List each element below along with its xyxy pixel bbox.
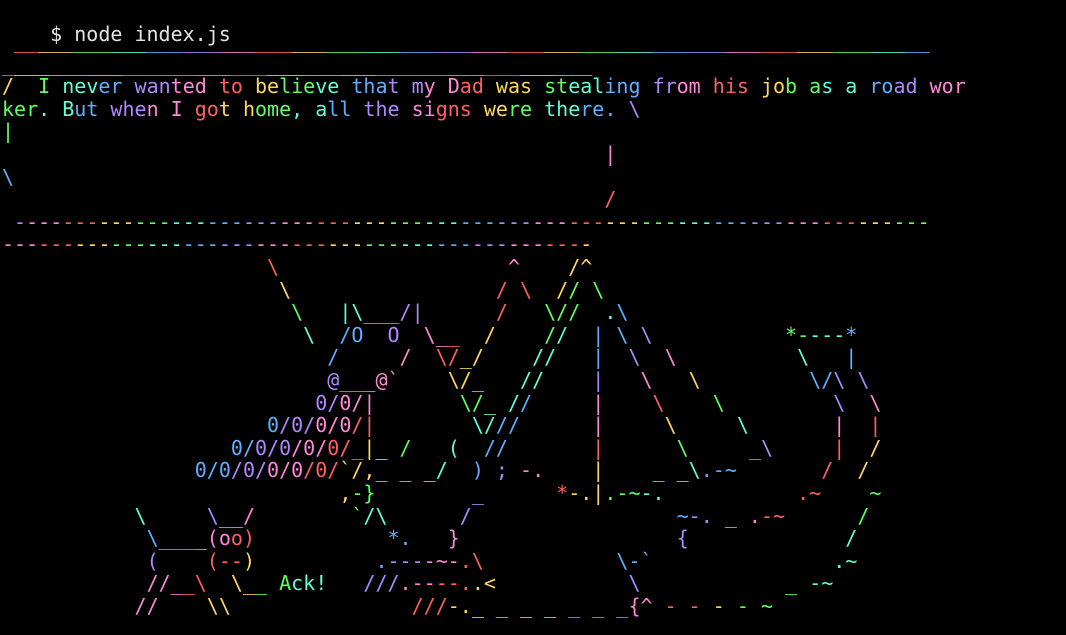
terminal-prompt: $ node index.js bbox=[2, 1, 231, 45]
output-line: ________________________________________… bbox=[14, 29, 930, 53]
output-line: 0/0/0/0/| \/// | \ \ | | bbox=[267, 413, 882, 438]
output-line: ----------------------------------------… bbox=[2, 232, 593, 257]
output-line: \____(oo) *. } { / bbox=[146, 526, 858, 551]
output-line: 0/0/0/0/0/_|_ / ( // | \ _\ | / bbox=[230, 435, 882, 460]
output-line: / bbox=[604, 187, 617, 212]
output-line: ----------------------------------------… bbox=[14, 209, 930, 234]
output-line: \ / \ // \ bbox=[279, 277, 605, 302]
output-line: \ \__/ `/\ / ~-. _ .-~ / bbox=[134, 503, 870, 528]
output-line: ________________________________________… bbox=[2, 51, 593, 76]
output-line: ker. But when I got home, all the signs … bbox=[2, 96, 641, 121]
output-line: \ bbox=[2, 164, 15, 189]
output-line: // \\ ///-._ _ _ _ _ _ _{^ - - - - ~ bbox=[134, 594, 773, 618]
output-line: 0/0/| \/_ // | \ \ \ \ bbox=[315, 390, 882, 415]
output-line: ( (--) .----~-.\ \-` .~ bbox=[146, 548, 858, 573]
output-line: ,-} _ *-.|.-~-. .~ ~ bbox=[339, 481, 882, 505]
output-line: 0/0/0/0/0/0/`/,_ _ _/ ) ; -. | _ _\.-~ /… bbox=[194, 458, 870, 483]
output-line: / I never wanted to believe that my Dad … bbox=[2, 74, 966, 99]
terminal-window[interactable]: $ node index.js ________________________… bbox=[0, 0, 1066, 635]
output-line: \ ^ /^ bbox=[267, 255, 593, 279]
output-line: / / \/_/ // | \ \ \ | bbox=[327, 345, 858, 370]
output-line: //__\ \__ Ack! ///.----..< \ _ -~ bbox=[146, 571, 834, 596]
output-line: | bbox=[604, 142, 617, 166]
output-line: @___@` \/_ // | \ \ \/\ \ bbox=[327, 368, 870, 392]
output-line: | bbox=[2, 119, 15, 144]
output-line: \ /O O \__ / // | \ \ *----* bbox=[303, 322, 858, 347]
output-line: \ |\___/| / \// .\ bbox=[291, 300, 629, 325]
